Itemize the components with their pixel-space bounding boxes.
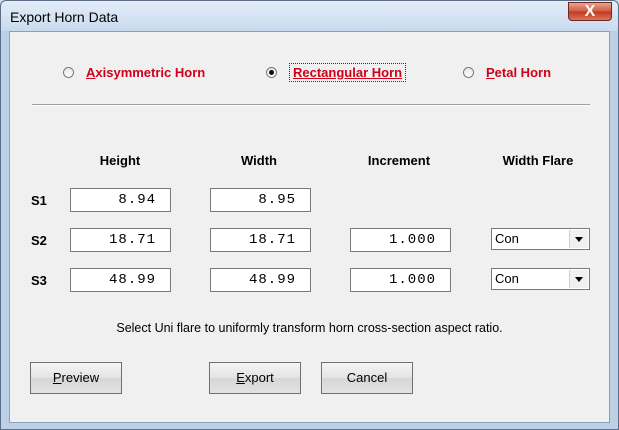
close-icon: X: [584, 3, 596, 20]
s2-width-flare-select[interactable]: Con: [491, 228, 590, 250]
radio-circle-icon[interactable]: [63, 66, 74, 78]
s2-width-input[interactable]: 18.71: [210, 228, 311, 252]
s1-height-input[interactable]: 8.94: [70, 188, 171, 212]
radio-petal-horn[interactable]: Petal Horn: [463, 62, 551, 82]
s3-width-input[interactable]: 48.99: [210, 268, 311, 292]
column-header-width: Width: [241, 153, 277, 168]
radio-axisymmetric-horn[interactable]: Axisymmetric Horn: [63, 62, 205, 82]
radio-rectangular-horn[interactable]: Rectangular Horn: [266, 62, 407, 82]
export-button[interactable]: Export: [209, 362, 301, 394]
s2-increment-input[interactable]: 1.000: [350, 228, 451, 252]
s3-increment-input[interactable]: 1.000: [350, 268, 451, 292]
row-label-s1: S1: [31, 193, 47, 208]
export-horn-data-dialog: Export Horn Data X Axisymmetric Horn Rec…: [0, 0, 619, 430]
s2-height-input[interactable]: 18.71: [70, 228, 171, 252]
radio-label-axisymmetric[interactable]: Axisymmetric Horn: [86, 65, 205, 80]
column-header-height: Height: [99, 153, 141, 168]
s3-width-flare-value: Con: [495, 271, 519, 286]
row-label-s3: S3: [31, 273, 47, 288]
chevron-down-icon[interactable]: [569, 270, 588, 288]
preview-button[interactable]: Preview: [30, 362, 122, 394]
window-title: Export Horn Data: [10, 9, 119, 25]
close-button[interactable]: X: [568, 2, 612, 21]
s1-width-input[interactable]: 8.95: [210, 188, 311, 212]
s3-width-flare-select[interactable]: Con: [491, 268, 590, 290]
dialog-body: Axisymmetric Horn Rectangular Horn Petal…: [9, 31, 610, 423]
row-label-s2: S2: [31, 233, 47, 248]
title-bar[interactable]: Export Horn Data X: [1, 1, 618, 31]
cancel-button[interactable]: Cancel: [321, 362, 413, 394]
s2-width-flare-value: Con: [495, 231, 519, 246]
column-header-width-flare: Width Flare: [502, 153, 574, 168]
radio-label-rectangular[interactable]: Rectangular Horn: [289, 62, 407, 82]
separator-line: [32, 104, 590, 106]
s3-height-input[interactable]: 48.99: [70, 268, 171, 292]
radio-label-petal[interactable]: Petal Horn: [486, 65, 551, 80]
radio-circle-icon[interactable]: [463, 66, 474, 78]
radio-circle-checked-icon[interactable]: [266, 66, 277, 78]
chevron-down-icon[interactable]: [569, 230, 588, 248]
column-header-increment: Increment: [367, 153, 431, 168]
hint-text: Select Uni flare to uniformly transform …: [116, 321, 503, 335]
